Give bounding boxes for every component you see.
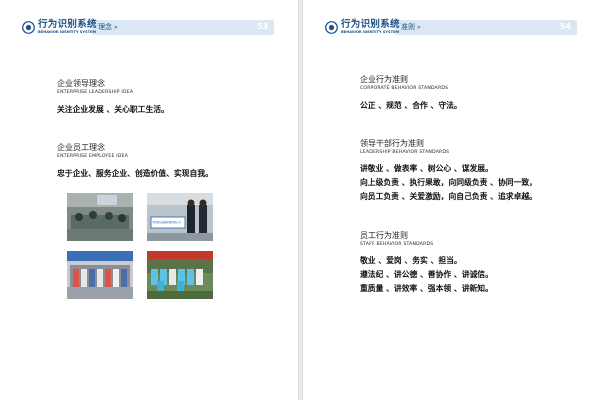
section-leadership-standards: 领导干部行为准则 LEADERSHIP BEHAVIOR STANDARDS 讲… — [360, 139, 596, 203]
section-body: 关注企业发展 、关心职工生活。 — [57, 105, 169, 114]
breadcrumb: 理念» — [98, 21, 118, 34]
logo-icon — [22, 21, 35, 34]
header-title: 行为识别系统 — [38, 19, 97, 30]
photo-team-outdoor — [147, 251, 213, 299]
page-number: 53 — [256, 22, 268, 31]
section-body-line: 敬业 、爱岗 、务实 、担当。 — [360, 256, 462, 265]
right-page-header: 行为识别系统 BEHAVIOR IDENTITY SYSTEM 准则» 54 — [321, 18, 577, 38]
section-body: 忠于企业、服务企业、创造价值、实现自我。 — [57, 169, 213, 178]
header-subtitle: BEHAVIOR IDENTITY SYSTEM — [38, 30, 97, 34]
breadcrumb-label: 准则 — [401, 23, 415, 31]
photo-banner-text: 中铁四局运输管理有限公司 — [152, 221, 181, 224]
logo-icon — [325, 21, 338, 34]
section-body-line: 遵法纪 、讲公德 、善协作 、讲诚信。 — [360, 270, 493, 279]
section-leadership-idea: 企业领导理念 ENTERPRISE LEADERSHIP IDEA 关注企业发展… — [57, 79, 293, 116]
breadcrumb-arrows-icon: » — [114, 24, 118, 31]
section-body: 公正 、规范 、合作 、守法。 — [360, 101, 462, 110]
section-corporate-standards: 企业行为准则 CORPORATE BEHAVIOR STANDARDS 公正 、… — [360, 75, 596, 112]
section-employee-idea: 企业员工理念 ENTERPRISE EMPLOYEE IDEA 忠于企业、服务企… — [57, 143, 293, 180]
breadcrumb-arrows-icon: » — [417, 24, 421, 31]
section-body-line: 讲敬业 、做表率 、树公心 、谋发展。 — [360, 164, 493, 173]
section-subtitle-en: STAFF BEHAVIOR STANDARDS — [360, 242, 434, 247]
header-bar — [395, 20, 577, 35]
breadcrumb: 准则» — [401, 21, 421, 34]
section-subtitle-en: ENTERPRISE EMPLOYEE IDEA — [57, 154, 129, 159]
section-subtitle-en: CORPORATE BEHAVIOR STANDARDS — [360, 86, 449, 91]
section-title: 企业行为准则 — [360, 75, 408, 84]
section-staff-standards: 员工行为准则 STAFF BEHAVIOR STANDARDS 敬业 、爱岗 、… — [360, 231, 596, 295]
section-title: 员工行为准则 — [360, 231, 408, 240]
section-body-line: 重质量 、讲效率 、强本领 、讲新知。 — [360, 284, 493, 293]
breadcrumb-label: 理念 — [98, 23, 112, 31]
section-title: 领导干部行为准则 — [360, 139, 424, 148]
section-subtitle-en: LEADERSHIP BEHAVIOR STANDARDS — [360, 150, 450, 155]
left-page-header: 行为识别系统 BEHAVIOR IDENTITY SYSTEM 理念» 53 — [18, 18, 274, 38]
section-body-line: 向员工负责 、关爱激励，向自己负责 、追求卓越。 — [360, 192, 537, 201]
photo-meeting-room — [67, 193, 133, 241]
photo-team-group — [67, 251, 133, 299]
header-title: 行为识别系统 — [341, 19, 400, 30]
brochure-spread: 行为识别系统 BEHAVIOR IDENTITY SYSTEM 理念» 53 企… — [0, 0, 600, 400]
section-title: 企业员工理念 — [57, 143, 105, 152]
right-page: 行为识别系统 BEHAVIOR IDENTITY SYSTEM 准则» 54 企… — [302, 0, 600, 400]
photo-award-ceremony: 中铁四局运输管理有限公司 — [147, 193, 213, 241]
section-title: 企业领导理念 — [57, 79, 105, 88]
section-body-line: 向上级负责 、执行果敢，向同级负责 、协同一致， — [360, 178, 537, 187]
section-subtitle-en: ENTERPRISE LEADERSHIP IDEA — [57, 90, 134, 95]
left-page: 行为识别系统 BEHAVIOR IDENTITY SYSTEM 理念» 53 企… — [0, 0, 299, 400]
header-subtitle: BEHAVIOR IDENTITY SYSTEM — [341, 30, 400, 34]
page-number: 54 — [559, 22, 571, 31]
header-bar — [92, 20, 274, 35]
